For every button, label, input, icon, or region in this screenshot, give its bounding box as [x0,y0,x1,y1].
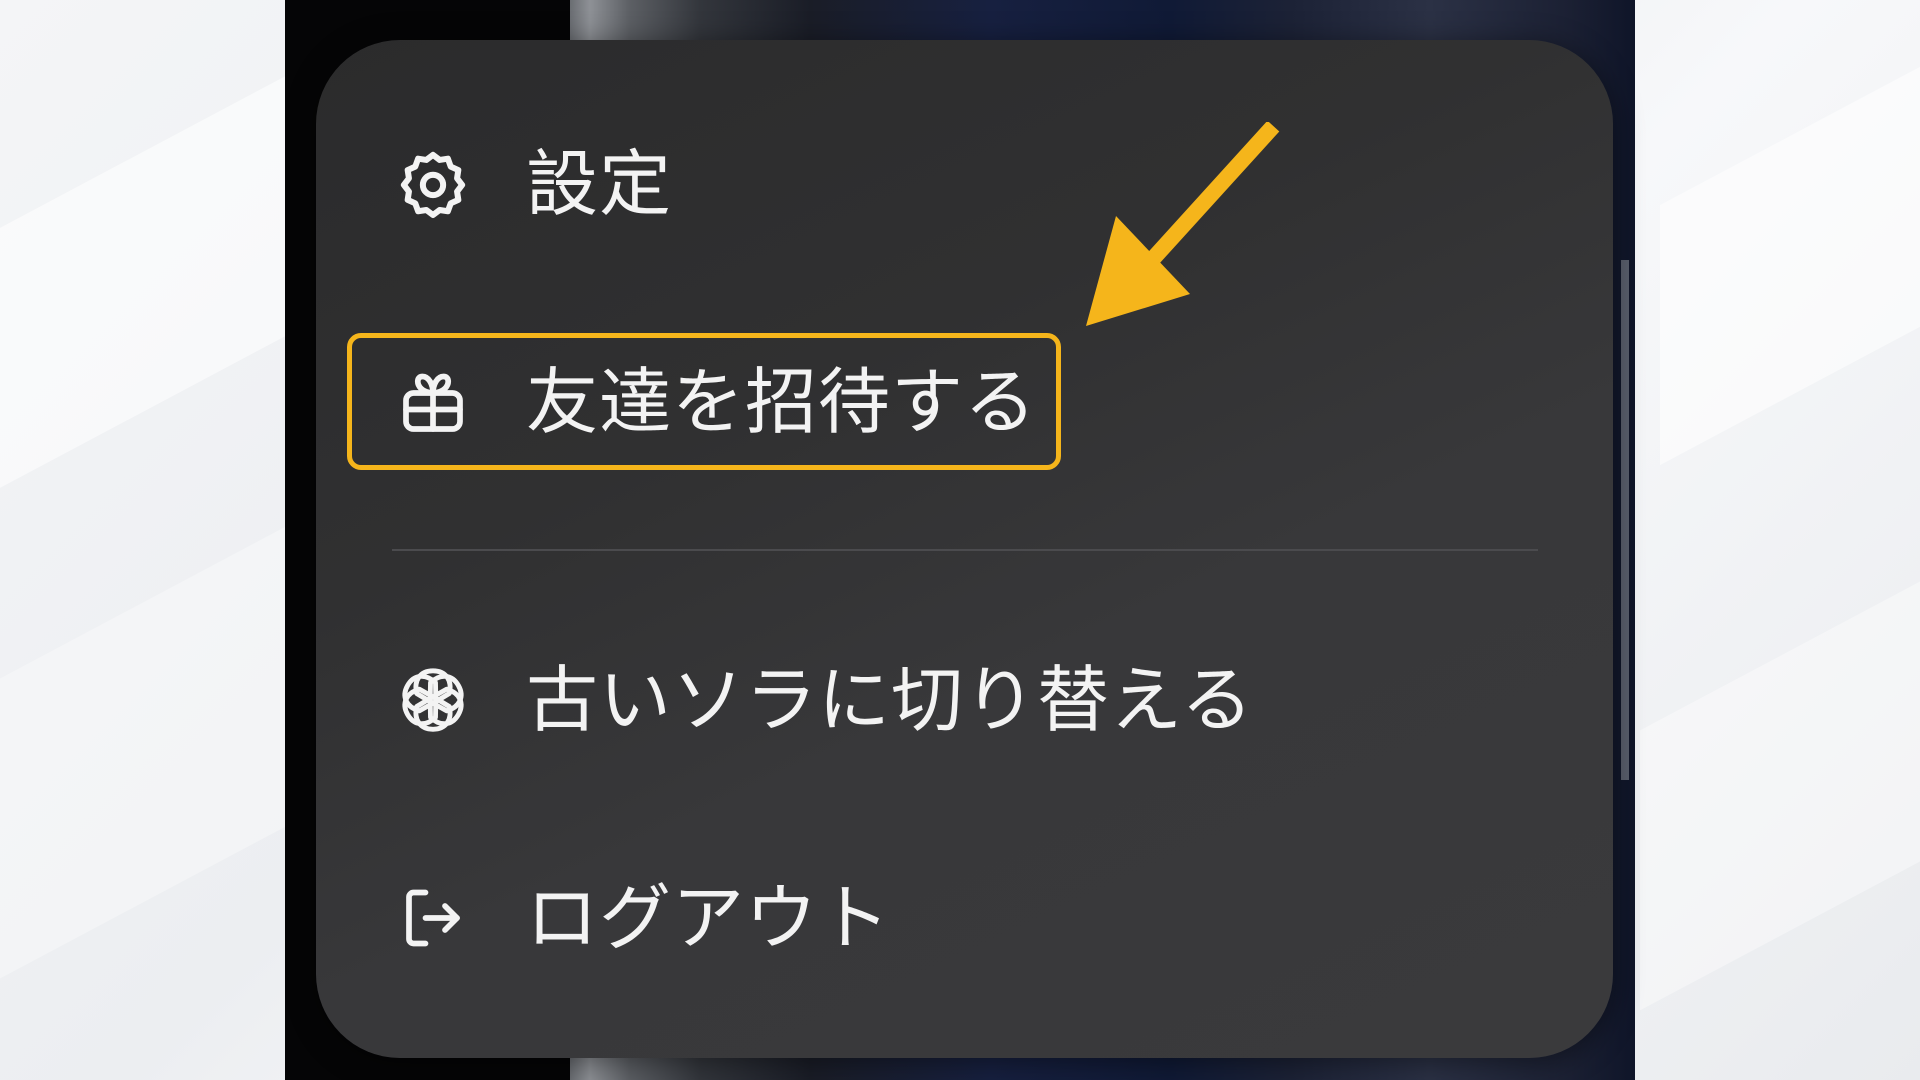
background-facet [1640,549,1920,1011]
background-facet [0,518,300,1022]
menu-item-label: ログアウト [526,876,892,960]
background-facet [1660,34,1920,466]
openai-logo-icon [394,661,472,739]
logout-icon [394,879,472,957]
menu-item-label: 古いソラに切り替える [526,658,1254,742]
gear-icon [394,145,472,223]
menu-item-switch-old-sora[interactable]: 古いソラに切り替える [316,640,1316,760]
menu-divider [392,549,1538,551]
annotation-arrow-icon [1086,122,1280,326]
menu-item-label: 設定 [526,142,673,226]
background-facet [0,68,300,552]
photo-stripe [1621,260,1629,780]
highlight-box [347,333,1061,470]
menu-item-logout[interactable]: ログアウト [316,858,1216,978]
